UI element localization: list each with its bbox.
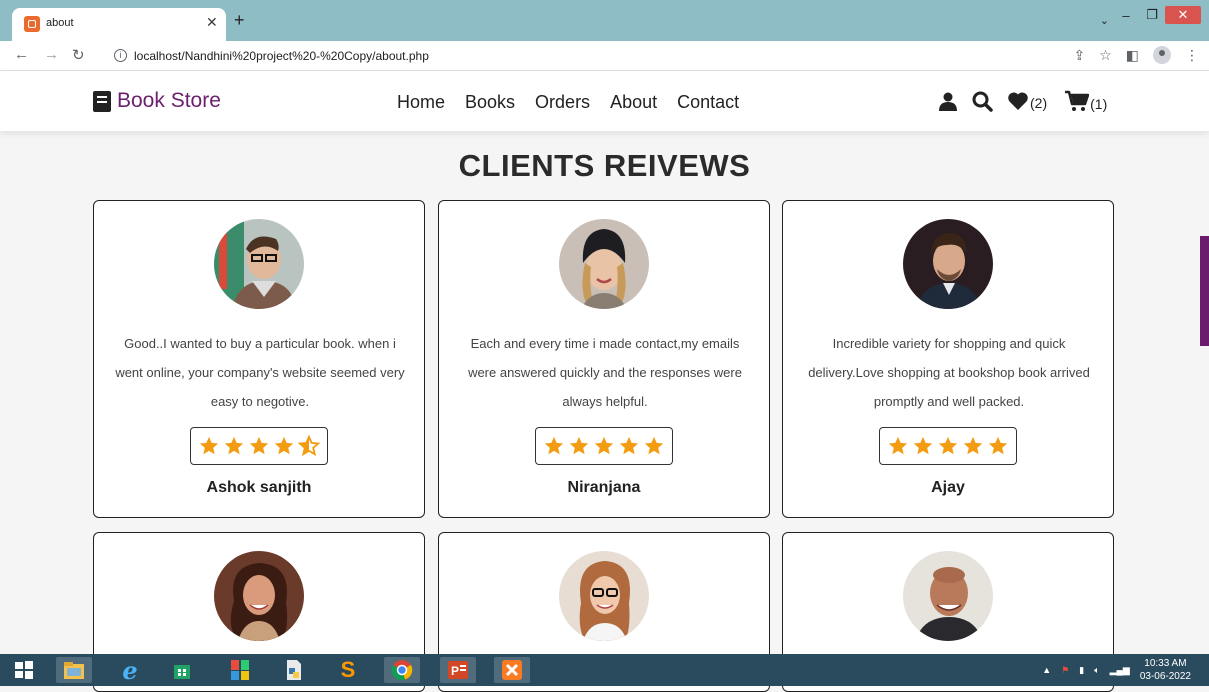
colored-app-taskbar-icon[interactable] (222, 657, 258, 683)
window-close-icon[interactable]: ✕ (1165, 6, 1201, 24)
star-icon (569, 436, 589, 455)
restore-icon[interactable]: ❐ (1139, 7, 1165, 23)
star-icon (199, 436, 219, 455)
star-icon (594, 436, 614, 455)
star-rating (535, 427, 673, 465)
profile-avatar-icon[interactable] (1153, 46, 1171, 64)
reviewer-name: Ajay (931, 479, 965, 496)
powerpoint-taskbar-icon[interactable]: P (440, 657, 476, 683)
tab-title: about (46, 17, 74, 29)
wishlist-count: (2) (1030, 95, 1048, 111)
share-icon[interactable]: ⇪ (1073, 47, 1085, 64)
star-icon (544, 436, 564, 455)
reviewer-name: Niranjana (567, 479, 641, 496)
minimize-icon[interactable]: – (1113, 8, 1139, 23)
avatar (903, 219, 993, 309)
heart-icon (1008, 92, 1028, 110)
star-icon (988, 436, 1008, 455)
url-bar[interactable]: i localhost/Nandhini%20project%20-%20Cop… (100, 44, 1100, 68)
avatar (214, 551, 304, 641)
star-icon (249, 436, 269, 455)
star-icon (224, 436, 244, 455)
svg-text:P: P (451, 664, 459, 678)
main-nav: Home Books Orders About Contact (397, 92, 739, 113)
side-accent-bar (1200, 236, 1209, 346)
file-explorer-taskbar-icon[interactable] (56, 657, 92, 683)
internet-explorer-taskbar-icon[interactable]: e (112, 656, 148, 685)
star-icon (938, 436, 958, 455)
cart-icon (1065, 90, 1090, 111)
star-icon (274, 436, 294, 455)
review-card: Good..I wanted to buy a particular book.… (93, 200, 425, 518)
review-card: Incredible variety for shopping and quic… (782, 200, 1114, 518)
star-icon (644, 436, 664, 455)
forward-icon[interactable]: → (44, 46, 59, 63)
nav-orders[interactable]: Orders (535, 92, 590, 113)
star-icon (963, 436, 983, 455)
star-icon (888, 436, 908, 455)
header-icons: (2) (1) (938, 90, 1107, 112)
clock-date: 03-06-2022 (1139, 671, 1191, 682)
cart-link[interactable]: (1) (1065, 90, 1107, 112)
nav-home[interactable]: Home (397, 92, 445, 113)
side-panel-icon[interactable]: ◧ (1126, 47, 1139, 64)
chrome-taskbar-icon[interactable] (384, 657, 420, 683)
system-tray: ▲ ⚑ ▮ 🔈︎ ▂▄▆ 10:33 AM 03-06-2022 (1042, 657, 1191, 683)
browser-tab-bar: about ✕ + ⌄ – ❐ ✕ (0, 0, 1209, 41)
avatar (559, 551, 649, 641)
bookmark-star-icon[interactable]: ☆ (1099, 47, 1112, 64)
section-heading: CLIENTS REIVEWS (458, 148, 751, 183)
python-taskbar-icon[interactable] (276, 657, 312, 683)
search-icon[interactable] (972, 91, 993, 112)
review-text: Good..I wanted to buy a particular book.… (115, 336, 405, 409)
nav-about[interactable]: About (610, 92, 657, 113)
battery-icon[interactable]: ▮ (1079, 665, 1084, 676)
star-half-icon (298, 435, 320, 457)
browser-tab[interactable]: about ✕ (12, 8, 226, 41)
review-card: Each and every time i made contact,my em… (438, 200, 770, 518)
avatar (214, 219, 304, 309)
site-logo[interactable]: Book Store (93, 89, 221, 113)
tray-expand-icon[interactable]: ▲ (1042, 665, 1051, 675)
user-icon[interactable] (938, 91, 958, 111)
action-center-flag-icon[interactable]: ⚑ (1061, 665, 1069, 676)
nav-contact[interactable]: Contact (677, 92, 739, 113)
cart-count: (1) (1090, 96, 1108, 112)
star-icon (913, 436, 933, 455)
clock[interactable]: 10:33 AM 03-06-2022 (1140, 657, 1191, 683)
back-icon[interactable]: ← (14, 46, 29, 63)
xampp-taskbar-icon[interactable] (494, 657, 530, 683)
volume-icon[interactable]: 🔈︎ (1094, 665, 1099, 676)
reviewer-name: Ashok sanjith (206, 479, 312, 496)
review-text: Incredible variety for shopping and quic… (808, 336, 1090, 409)
avatar (559, 219, 649, 309)
url-text[interactable]: localhost/Nandhini%20project%20-%20Copy/… (134, 49, 429, 63)
star-rating (879, 427, 1017, 465)
windows-logo-icon (15, 661, 33, 679)
tab-search-chevron-icon[interactable]: ⌄ (1100, 14, 1109, 27)
book-icon (93, 90, 111, 112)
browser-menu-icon[interactable]: ⋮ (1185, 47, 1199, 64)
tab-close-icon[interactable]: ✕ (206, 14, 218, 31)
wishlist-link[interactable]: (2) (1007, 91, 1047, 111)
review-text: Each and every time i made contact,my em… (468, 336, 742, 409)
star-icon (619, 436, 639, 455)
site-header: Book Store Home Books Orders About Conta… (0, 71, 1209, 131)
reload-icon[interactable]: ↻ (72, 46, 85, 64)
site-info-icon[interactable]: i (114, 49, 127, 62)
store-taskbar-icon[interactable] (164, 657, 200, 683)
star-rating (190, 427, 328, 465)
start-button[interactable] (6, 657, 42, 683)
logo-text: Book Store (117, 89, 221, 112)
xampp-favicon-icon (24, 16, 40, 32)
nav-books[interactable]: Books (465, 92, 515, 113)
avatar (903, 551, 993, 641)
windows-taskbar: e S P ▲ ⚑ ▮ 🔈︎ ▂▄▆ 10:33 AM 03-06-2022 (0, 654, 1209, 686)
sublime-text-taskbar-icon[interactable]: S (330, 657, 366, 683)
network-signal-icon[interactable]: ▂▄▆ (1110, 665, 1130, 676)
new-tab-icon[interactable]: + (234, 11, 245, 29)
clock-time: 10:33 AM (1144, 658, 1187, 669)
address-bar: ← → ↻ i localhost/Nandhini%20project%20-… (0, 41, 1209, 71)
